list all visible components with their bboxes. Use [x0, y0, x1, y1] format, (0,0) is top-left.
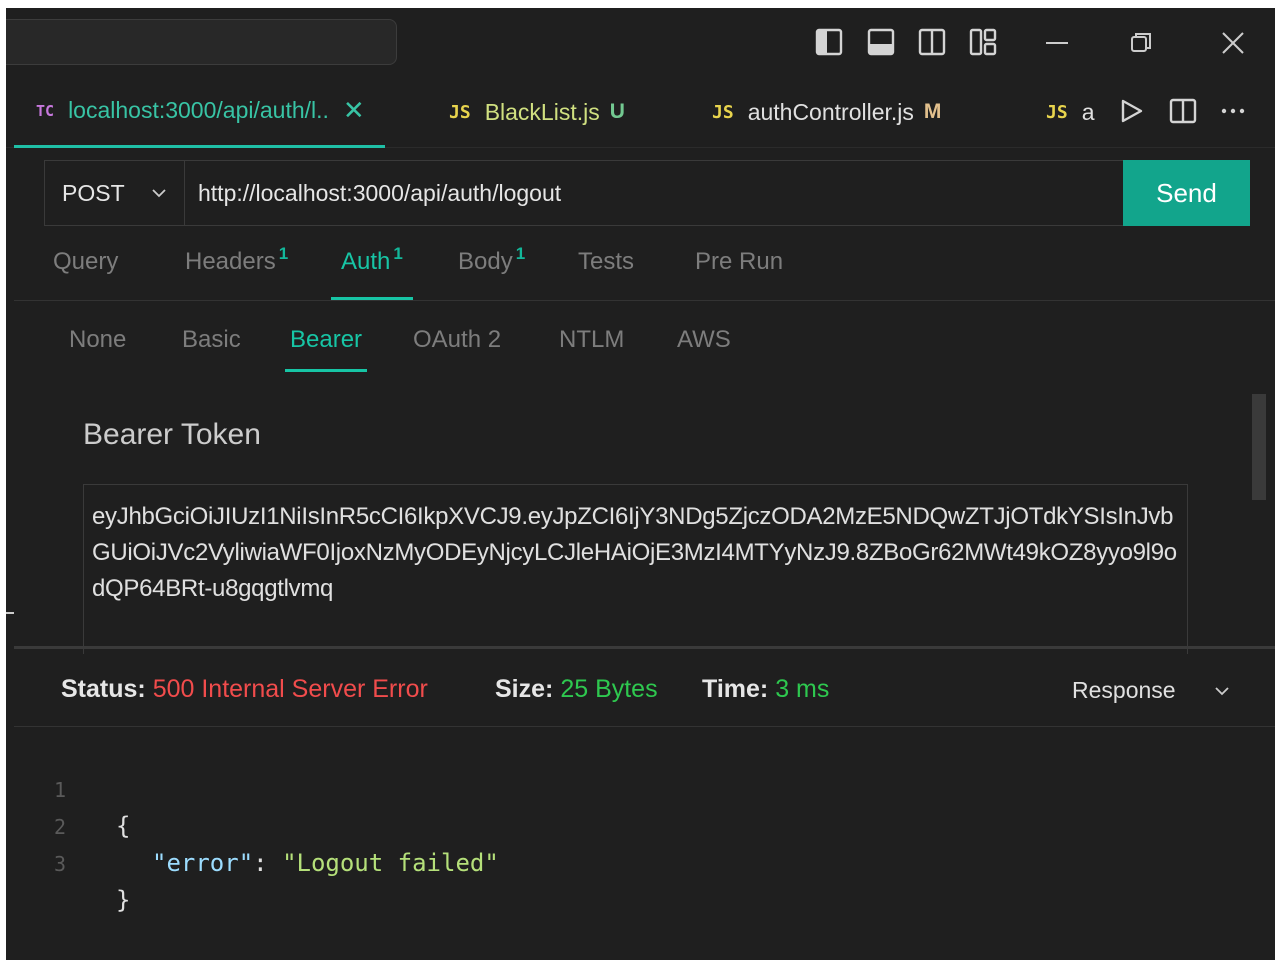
- thunder-client-icon: TC: [36, 101, 55, 120]
- tab-label: a: [1081, 98, 1095, 125]
- json-separator: :: [253, 849, 283, 877]
- javascript-file-icon: JS: [712, 101, 734, 123]
- restore-icon[interactable]: [1123, 25, 1159, 61]
- auth-tab-none[interactable]: None: [69, 326, 126, 372]
- sash-marker: [6, 612, 14, 614]
- app-window: TC localhost:3000/api/auth/l.. ✕ JS Blac…: [6, 8, 1275, 960]
- request-tabs: Query Headers 1 Auth 1 Body 1 Tests Pre Run: [14, 234, 1275, 301]
- time-info: Time: 3 ms: [702, 675, 829, 704]
- tab-label: Body: [458, 248, 513, 275]
- code-line: 1 {: [14, 736, 130, 840]
- status-info: Status: 500 Internal Server Error: [61, 675, 428, 704]
- tab-blacklist-js[interactable]: JS BlackList.js U: [449, 76, 625, 148]
- modified-badge: M: [923, 100, 942, 123]
- json-value: "Logout failed": [282, 849, 499, 877]
- tab-label: Query: [53, 248, 119, 275]
- close-icon[interactable]: [1215, 25, 1251, 61]
- javascript-file-icon: JS: [449, 101, 471, 123]
- more-actions-icon[interactable]: [1216, 94, 1250, 128]
- count-badge: 1: [393, 244, 403, 263]
- tab-thunder-client-request[interactable]: TC localhost:3000/api/auth/l.. ✕: [14, 76, 385, 148]
- untracked-badge: U: [609, 100, 625, 123]
- auth-tab-oauth2[interactable]: OAuth 2: [413, 326, 501, 372]
- size-value: 25 Bytes: [560, 675, 658, 703]
- tab-tests[interactable]: Tests: [578, 248, 634, 300]
- size-label: Size:: [495, 675, 554, 703]
- tab-label: BlackList.js: [484, 98, 600, 125]
- toggle-secondary-sidebar-icon[interactable]: [917, 27, 947, 57]
- tab-query[interactable]: Query: [53, 248, 118, 300]
- tab-close-icon[interactable]: ✕: [343, 95, 365, 126]
- response-view-select[interactable]: Response: [1072, 677, 1176, 704]
- toggle-panel-icon[interactable]: [866, 27, 896, 57]
- tab-label: Pre Run: [695, 248, 784, 275]
- tab-body[interactable]: Body 1: [458, 244, 525, 300]
- time-value: 3 ms: [775, 675, 830, 703]
- tab-auth[interactable]: Auth 1: [331, 244, 413, 300]
- tab-label: Tests: [578, 248, 635, 275]
- time-label: Time:: [702, 675, 769, 703]
- tab-overflow-js[interactable]: JS a: [1046, 76, 1106, 148]
- count-badge: 1: [515, 244, 526, 263]
- tab-label: Auth: [341, 248, 391, 275]
- tab-label: Headers: [185, 248, 276, 275]
- code-line: 2 "error": "Logout failed": [14, 773, 499, 877]
- response-body: 1 { 2 "error": "Logout failed" 3 }: [14, 730, 1275, 960]
- tab-label: localhost:3000/api/auth/l..: [68, 97, 329, 123]
- send-button[interactable]: Send: [1123, 160, 1250, 226]
- line-number: 3: [54, 852, 67, 876]
- method-select[interactable]: POST: [45, 161, 185, 225]
- status-label: Status:: [61, 675, 146, 703]
- run-icon[interactable]: [1114, 94, 1148, 128]
- status-value: 500 Internal Server Error: [152, 675, 428, 703]
- chevron-down-icon: [152, 189, 166, 198]
- title-bar: [6, 8, 1275, 76]
- code-text: }: [116, 886, 131, 914]
- tab-label: authController.js: [747, 98, 914, 125]
- vertical-scrollbar[interactable]: [1250, 378, 1270, 640]
- url-input[interactable]: http://localhost:3000/api/auth/logout: [185, 161, 1125, 225]
- editor-tab-bar: TC localhost:3000/api/auth/l.. ✕ JS Blac…: [6, 76, 1275, 148]
- toggle-primary-sidebar-icon[interactable]: [814, 27, 844, 57]
- auth-tab-aws[interactable]: AWS: [677, 326, 731, 372]
- response-status-bar: Status: 500 Internal Server Error Size: …: [14, 649, 1275, 727]
- code-line: 3 }: [14, 810, 130, 914]
- auth-tab-basic[interactable]: Basic: [182, 326, 241, 372]
- minimize-icon[interactable]: [1039, 25, 1075, 61]
- javascript-file-icon: JS: [1046, 101, 1068, 123]
- code-text: "error": "Logout failed": [152, 845, 499, 881]
- auth-tab-bearer[interactable]: Bearer: [285, 326, 368, 372]
- customize-layout-icon[interactable]: [968, 27, 998, 57]
- command-center-search[interactable]: [6, 19, 397, 65]
- request-bar: POST http://localhost:3000/api/auth/logo…: [44, 160, 1250, 226]
- tab-headers[interactable]: Headers 1: [185, 244, 288, 300]
- count-badge: 1: [278, 244, 289, 263]
- scrollbar-thumb[interactable]: [1252, 394, 1266, 500]
- tab-pre-run[interactable]: Pre Run: [695, 248, 783, 300]
- bearer-token-label: Bearer Token: [83, 418, 261, 451]
- json-key: "error": [152, 849, 254, 877]
- size-info: Size: 25 Bytes: [495, 675, 658, 704]
- split-editor-icon[interactable]: [1166, 94, 1200, 128]
- method-value: POST: [62, 179, 125, 206]
- code-text: {: [116, 812, 131, 840]
- tab-authcontroller-js[interactable]: JS authController.js M: [712, 76, 941, 148]
- bearer-token-input[interactable]: eyJhbGciOiJIUzI1NiIsInR5cCI6IkpXVCJ9.eyJ…: [83, 484, 1188, 654]
- auth-tab-ntlm[interactable]: NTLM: [559, 326, 624, 372]
- chevron-down-icon[interactable]: [1210, 679, 1234, 703]
